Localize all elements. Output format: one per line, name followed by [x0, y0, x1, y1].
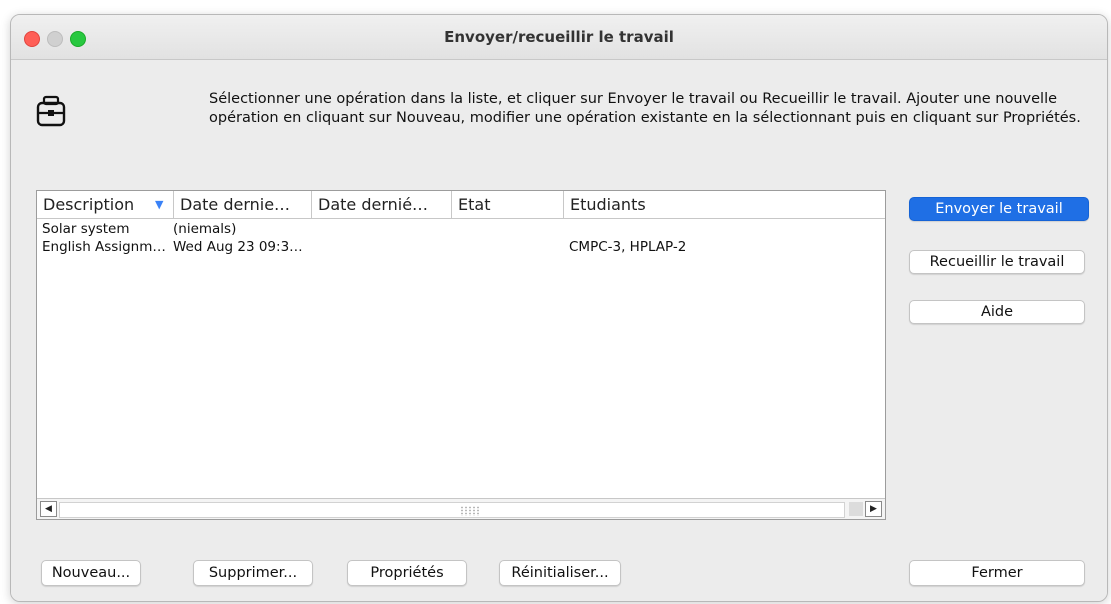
table-row[interactable]: Solar system (niemals): [37, 220, 885, 238]
dialog-window: Envoyer/recueillir le travail Sélectionn…: [10, 14, 1108, 602]
properties-button[interactable]: Propriétés: [347, 560, 467, 586]
instructions-text: Sélectionner une opération dans la liste…: [209, 91, 1081, 126]
horizontal-scrollbar[interactable]: ◀ ▶: [37, 498, 885, 519]
briefcase-icon: [36, 95, 66, 127]
table-cell: CMPC-3, HPLAP-2: [569, 239, 687, 255]
table-cell: English Assignm…: [42, 239, 166, 255]
sort-down-icon: ▼: [155, 198, 164, 211]
scroll-right-icon[interactable]: ▶: [865, 501, 882, 517]
column-header-description[interactable]: Description ▼: [37, 191, 174, 218]
table-header: Description ▼ Date dernie… Date dernié… …: [37, 191, 885, 219]
title-bar: Envoyer/recueillir le travail: [11, 15, 1107, 60]
new-button[interactable]: Nouveau...: [41, 560, 141, 586]
close-button[interactable]: Fermer: [909, 560, 1085, 586]
scroll-grip-icon: [460, 506, 480, 516]
collect-work-button[interactable]: Recueillir le travail: [909, 250, 1085, 274]
scroll-corner: [849, 502, 863, 516]
help-button[interactable]: Aide: [909, 300, 1085, 324]
scroll-track[interactable]: [59, 502, 845, 518]
column-header-date-2[interactable]: Date dernié…: [312, 191, 452, 218]
scroll-left-icon[interactable]: ◀: [40, 501, 57, 517]
table-cell: Wed Aug 23 09:3…: [173, 239, 303, 255]
reset-button[interactable]: Réinitialiser...: [499, 560, 621, 586]
operations-table[interactable]: Description ▼ Date dernie… Date dernié… …: [36, 190, 886, 520]
delete-button[interactable]: Supprimer...: [193, 560, 313, 586]
column-header-state[interactable]: Etat: [452, 191, 564, 218]
column-header-label: Description: [43, 195, 135, 214]
table-cell: (niemals): [173, 221, 237, 237]
column-header-students[interactable]: Etudiants: [564, 191, 885, 218]
table-row[interactable]: English Assignm… Wed Aug 23 09:3… CMPC-3…: [37, 238, 885, 256]
column-header-date-1[interactable]: Date dernie…: [174, 191, 312, 218]
dialog-content: Sélectionner une opération dans la liste…: [11, 60, 1107, 601]
window-title: Envoyer/recueillir le travail: [444, 28, 674, 46]
table-cell: Solar system: [42, 221, 130, 237]
send-work-button[interactable]: Envoyer le travail: [909, 197, 1089, 221]
